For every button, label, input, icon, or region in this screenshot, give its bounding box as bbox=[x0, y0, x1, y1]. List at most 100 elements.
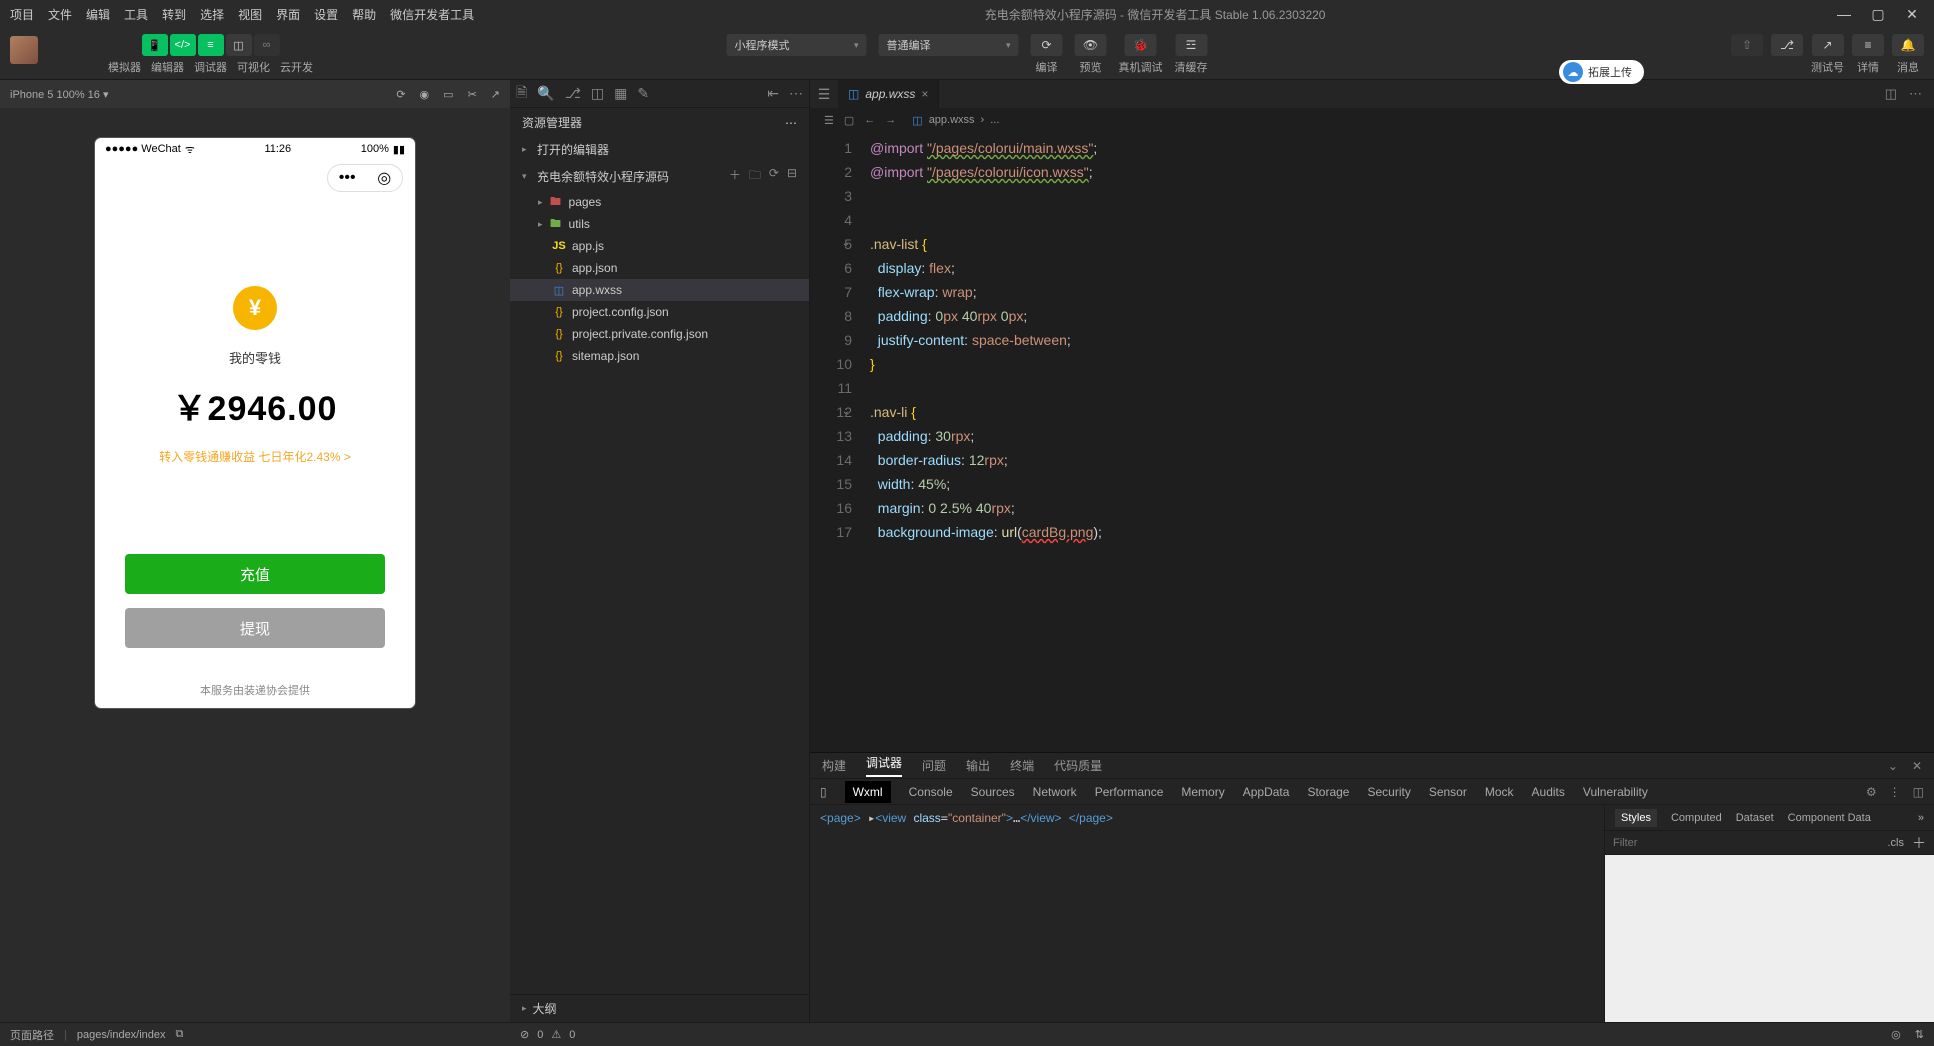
recharge-button[interactable]: 充值 bbox=[125, 554, 385, 594]
dt-close-icon[interactable]: ✕ bbox=[1912, 759, 1922, 773]
inspect-icon[interactable]: ▯ bbox=[820, 785, 827, 799]
bookmark-icon[interactable]: ▢ bbox=[844, 114, 854, 127]
sim-cut-icon[interactable]: ✂ bbox=[468, 88, 477, 101]
sub-security[interactable]: Security bbox=[1367, 785, 1410, 799]
minimize-button[interactable]: — bbox=[1836, 6, 1852, 23]
brush-icon[interactable]: ✎ bbox=[637, 85, 649, 102]
dt-collapse-icon[interactable]: ⌄ bbox=[1888, 759, 1898, 773]
copy-path-icon[interactable]: ⧉ bbox=[176, 1028, 184, 1041]
page-path[interactable]: pages/index/index bbox=[77, 1029, 166, 1041]
dt-tab-build[interactable]: 构建 bbox=[822, 757, 846, 774]
promo-link[interactable]: 转入零钱通赚收益 七日年化2.43% > bbox=[159, 448, 351, 465]
branch-button[interactable]: ⎇ bbox=[1771, 34, 1803, 56]
dt-tab-debugger[interactable]: 调试器 bbox=[866, 754, 902, 777]
project-section[interactable]: ▾充电余额特效小程序源码 ＋ 🗀 ⟳ ⊟ bbox=[510, 162, 809, 191]
cloud-upload-button[interactable]: ☁ 拓展上传 bbox=[1559, 60, 1644, 84]
cloud-button[interactable]: ∞ bbox=[254, 34, 280, 56]
sub-wxml[interactable]: Wxml bbox=[845, 781, 891, 803]
compile-preset-dropdown[interactable]: 普通编译▾ bbox=[879, 34, 1019, 56]
menu-view[interactable]: 视图 bbox=[238, 6, 262, 23]
collapse-tree-icon[interactable]: ⊟ bbox=[787, 166, 797, 187]
dt-tab-problems[interactable]: 问题 bbox=[922, 757, 946, 774]
list-icon[interactable]: ☰ bbox=[824, 114, 834, 127]
detail-button[interactable]: ≡ bbox=[1852, 34, 1884, 56]
nav-fwd-icon[interactable]: → bbox=[885, 114, 896, 127]
breadcrumb-file[interactable]: app.wxss bbox=[929, 114, 975, 126]
close-button[interactable]: ✕ bbox=[1904, 6, 1920, 23]
cls-toggle[interactable]: .cls bbox=[1888, 837, 1905, 849]
mode-dropdown[interactable]: 小程序模式▾ bbox=[727, 34, 867, 56]
add-rule-icon[interactable]: ＋ bbox=[1912, 833, 1926, 853]
dt-tab-quality[interactable]: 代码质量 bbox=[1054, 757, 1102, 774]
sim-record-icon[interactable]: ◉ bbox=[420, 88, 430, 101]
nav-back-icon[interactable]: ← bbox=[864, 114, 875, 127]
file-app-json[interactable]: {}app.json bbox=[510, 257, 809, 279]
user-avatar[interactable] bbox=[10, 36, 38, 64]
sub-appdata[interactable]: AppData bbox=[1243, 785, 1290, 799]
split-editor-icon[interactable]: ◫ bbox=[1885, 86, 1897, 102]
file-app-js[interactable]: JSapp.js bbox=[510, 235, 809, 257]
dt-menu-icon[interactable]: ⋮ bbox=[1889, 785, 1901, 799]
error-icon[interactable]: ⊘ bbox=[520, 1028, 529, 1041]
sub-memory[interactable]: Memory bbox=[1181, 785, 1224, 799]
simulator-toggle[interactable]: 📱 bbox=[142, 34, 168, 56]
status-target-icon[interactable]: ◎ bbox=[1891, 1028, 1901, 1041]
menu-edit[interactable]: 编辑 bbox=[86, 6, 110, 23]
device-selector[interactable]: iPhone 5 100% 16 ▾ bbox=[10, 88, 109, 101]
computed-tab[interactable]: Computed bbox=[1671, 812, 1722, 824]
search-icon[interactable]: 🔍 bbox=[537, 85, 554, 102]
sub-network[interactable]: Network bbox=[1033, 785, 1077, 799]
folder-utils[interactable]: ▸🖿utils bbox=[510, 213, 809, 235]
styles-tab[interactable]: Styles bbox=[1615, 809, 1657, 827]
message-button[interactable]: 🔔 bbox=[1892, 34, 1924, 56]
new-folder-icon[interactable]: 🗀 bbox=[749, 166, 761, 187]
panel-expand-icon[interactable]: ⇤ bbox=[767, 85, 779, 102]
file-project-config[interactable]: {}project.config.json bbox=[510, 301, 809, 323]
sub-storage[interactable]: Storage bbox=[1307, 785, 1349, 799]
code-editor[interactable]: 1234 5⌄ 67891011 12⌄ 1314151617 @import … bbox=[810, 132, 1934, 752]
blocks-icon[interactable]: ▦ bbox=[614, 85, 627, 102]
breadcrumb-more[interactable]: ... bbox=[990, 114, 999, 126]
folder-pages[interactable]: ▸🖿pages bbox=[510, 191, 809, 213]
withdraw-button[interactable]: 提现 bbox=[125, 608, 385, 648]
scm-icon[interactable]: ⎇ bbox=[565, 85, 581, 102]
menu-devtools[interactable]: 微信开发者工具 bbox=[390, 6, 474, 23]
dt-dock-icon[interactable]: ◫ bbox=[1913, 785, 1924, 799]
sub-audits[interactable]: Audits bbox=[1532, 785, 1565, 799]
menu-help[interactable]: 帮助 bbox=[352, 6, 376, 23]
upload-button[interactable]: ⇧ bbox=[1731, 34, 1763, 56]
warning-icon[interactable]: ⚠ bbox=[551, 1028, 561, 1041]
editor-toggle[interactable]: </> bbox=[170, 34, 196, 56]
file-sitemap[interactable]: {}sitemap.json bbox=[510, 345, 809, 367]
styles-filter-input[interactable] bbox=[1613, 837, 1882, 849]
sub-mock[interactable]: Mock bbox=[1485, 785, 1514, 799]
menu-project[interactable]: 项目 bbox=[10, 6, 34, 23]
panel-more-icon[interactable]: ⋯ bbox=[789, 85, 803, 102]
explorer-more[interactable]: ⋯ bbox=[785, 116, 797, 130]
remote-debug-button[interactable]: 🐞 bbox=[1125, 34, 1157, 56]
sub-sources[interactable]: Sources bbox=[971, 785, 1015, 799]
outline-section[interactable]: ▸大纲 bbox=[510, 994, 809, 1022]
sim-more-icon[interactable]: ↗ bbox=[491, 88, 500, 101]
menu-ui[interactable]: 界面 bbox=[276, 6, 300, 23]
sim-device-icon[interactable]: ▭ bbox=[443, 88, 453, 101]
dataset-tab[interactable]: Dataset bbox=[1736, 812, 1774, 824]
explorer-icon[interactable]: 🗎 bbox=[516, 82, 527, 106]
visual-toggle[interactable]: ◫ bbox=[226, 34, 252, 56]
preview-button[interactable]: 👁 bbox=[1075, 34, 1107, 56]
editor-more-icon[interactable]: ⋯ bbox=[1909, 86, 1922, 102]
editor-tree-icon[interactable]: ☰ bbox=[810, 86, 838, 103]
dt-tab-output[interactable]: 输出 bbox=[966, 757, 990, 774]
capsule-menu[interactable]: ••• bbox=[339, 169, 356, 187]
sub-vulnerability[interactable]: Vulnerability bbox=[1583, 785, 1648, 799]
file-app-wxss[interactable]: ◫app.wxss bbox=[510, 279, 809, 301]
menu-file[interactable]: 文件 bbox=[48, 6, 72, 23]
new-file-icon[interactable]: ＋ bbox=[729, 166, 741, 187]
ext-icon[interactable]: ◫ bbox=[591, 85, 604, 102]
tab-close-icon[interactable]: × bbox=[921, 87, 928, 101]
menu-settings[interactable]: 设置 bbox=[314, 6, 338, 23]
open-editors-section[interactable]: ▸打开的编辑器 bbox=[510, 137, 809, 162]
menu-select[interactable]: 选择 bbox=[200, 6, 224, 23]
sim-refresh-icon[interactable]: ⟳ bbox=[396, 88, 405, 101]
external-button[interactable]: ↗ bbox=[1812, 34, 1844, 56]
